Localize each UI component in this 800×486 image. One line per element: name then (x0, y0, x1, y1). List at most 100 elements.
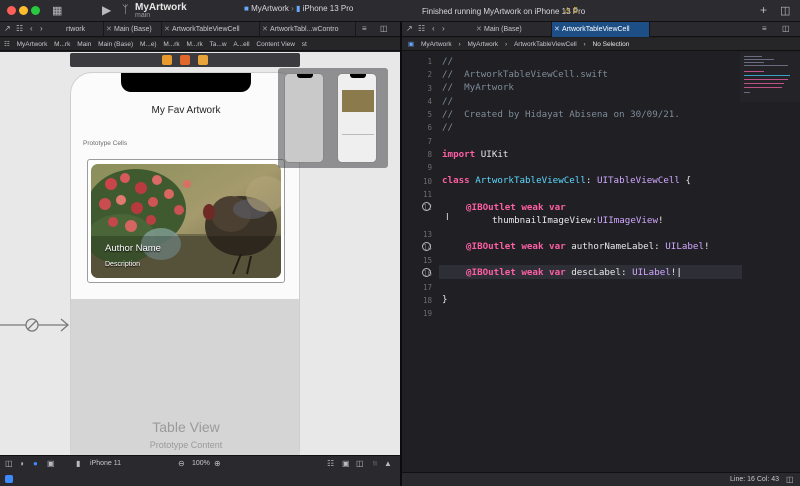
minimize-window-button[interactable] (19, 6, 28, 15)
jump-segment[interactable]: Content View (256, 38, 295, 50)
jump-segment[interactable]: MyArtwork (467, 38, 498, 50)
add-library-icon[interactable]: + (760, 3, 767, 17)
author-name-label[interactable]: Author Name (105, 243, 161, 254)
jump-segment[interactable]: M...rk (163, 38, 179, 50)
jump-segment[interactable]: Main (Base) (98, 38, 133, 50)
close-tab-icon[interactable]: ✕ (164, 22, 170, 37)
editor-options-icon[interactable]: ≡ (362, 24, 367, 33)
forward-arrow-icon[interactable]: › (40, 24, 43, 33)
minimap-line (744, 83, 784, 84)
editor-options-icon[interactable]: ≡ (762, 24, 767, 33)
run-icon[interactable]: ▶ (102, 3, 111, 17)
add-editor-icon[interactable]: ◫ (380, 24, 388, 33)
code-line: // (442, 56, 454, 67)
jump-segment[interactable]: A...ell (233, 38, 249, 50)
close-window-button[interactable] (7, 6, 16, 15)
variable-token: thumbnailImageView (492, 215, 592, 226)
tab-artwork-cell[interactable]: ✕ ArtworkTableViewCell (162, 22, 260, 37)
entry-point-arrow[interactable] (0, 317, 70, 333)
close-tab-icon[interactable]: ✕ (554, 22, 560, 37)
tab-main-base[interactable]: ✕ Main (Base) (474, 22, 552, 37)
document-outline-icon[interactable]: ◫ (5, 459, 13, 468)
tab-artwork[interactable]: rtwork (56, 22, 104, 37)
chevron-right-icon: › (291, 4, 294, 13)
superclass-token: UITableViewCell (596, 175, 680, 186)
appearance-icon[interactable]: ◑ (19, 459, 24, 468)
device-icon: ▮ (76, 459, 81, 468)
embed-in-icon[interactable]: ▣ (342, 459, 350, 468)
line-number: 18 (422, 296, 432, 305)
jump-segment[interactable]: MyArtwork (421, 38, 452, 50)
editor-status-bar: Line: 16 Col: 43 ◫ (402, 472, 800, 486)
storyboard-canvas[interactable]: My Fav Artwork Prototype Cells Author Na… (0, 52, 400, 455)
interface-style-icon[interactable]: ▣ (47, 459, 55, 468)
code-editor[interactable]: 1 2 3 4 5 6 7 8 9 10 11 12 13 14 15 16 1… (402, 52, 800, 472)
zoom-window-button[interactable] (31, 6, 40, 15)
zoom-in-icon[interactable]: ⊕ (214, 459, 221, 468)
split-icon[interactable]: ↗ (4, 24, 11, 33)
jump-segment[interactable]: M...rk (186, 38, 202, 50)
line-number: 1 (427, 57, 432, 66)
back-arrow-icon[interactable]: ‹ (432, 24, 435, 33)
add-constraints-icon[interactable]: ◾ (370, 459, 380, 468)
jump-segment[interactable]: M...rk (54, 38, 70, 50)
preview-notch (350, 74, 366, 78)
warnings-badge[interactable]: ⚠ 5 (564, 6, 578, 15)
code-line: class ArtworkTableViewCell: UITableViewC… (442, 175, 691, 186)
app-target-icon: ■ (244, 4, 249, 13)
jump-segment[interactable]: No Selection (593, 38, 630, 50)
forward-arrow-icon[interactable]: › (442, 24, 445, 33)
tab-bar-right: ↗ ☷ ‹ › ✕ Main (Base) ✕ ArtworkTableViewCe… (402, 22, 800, 37)
device-icon: ▮ (296, 4, 301, 13)
line-number: 7 (427, 137, 432, 146)
related-items-icon[interactable]: ☷ (418, 24, 425, 33)
jump-segment[interactable]: Ta...w (210, 38, 227, 50)
variation-icon[interactable]: ● (33, 459, 38, 468)
update-frames-icon[interactable]: ☷ (327, 459, 334, 468)
type-token: UIImageView (597, 215, 658, 226)
minimap[interactable] (740, 52, 800, 102)
debug-area-icon[interactable] (5, 475, 13, 483)
outlet-connection-icon[interactable] (422, 242, 431, 251)
jump-segment[interactable]: ArtworkTableViewCell (514, 38, 577, 50)
jump-segment[interactable]: st (302, 38, 307, 50)
scene-preview[interactable] (337, 73, 377, 163)
tab-artwork-cell-active[interactable]: ✕ ArtworkTableViewCell (552, 22, 650, 37)
tab-artwork-controller[interactable]: ✕ ArtworkTabl...wContro (260, 22, 356, 37)
close-tab-icon[interactable]: ✕ (106, 22, 112, 37)
view-controller-icon[interactable] (162, 55, 172, 65)
line-number: 8 (427, 150, 432, 159)
tab-main-base[interactable]: ✕ Main (Base) (104, 22, 162, 37)
jump-segment[interactable]: Main (77, 38, 91, 50)
scene-preview[interactable] (284, 73, 324, 163)
outlet-connection-icon[interactable] (422, 202, 431, 211)
inspector-icon[interactable]: ◫ (786, 475, 794, 484)
related-items-icon[interactable]: ☷ (16, 24, 23, 33)
class-name-token: ArtworkTableViewCell (475, 175, 586, 186)
scene-preview-overlay (278, 68, 388, 168)
minimap-line (744, 59, 774, 60)
zoom-out-icon[interactable]: ⊖ (178, 459, 185, 468)
keyword-token: weak (521, 202, 544, 213)
outlet-connection-icon[interactable] (422, 268, 431, 277)
ibeam-cursor-icon: I (446, 212, 449, 223)
split-icon[interactable]: ↗ (406, 24, 413, 33)
first-responder-icon[interactable] (180, 55, 190, 65)
code-line: // (442, 96, 454, 107)
device-selector[interactable]: iPhone 11 (90, 460, 121, 467)
close-tab-icon[interactable]: ✕ (262, 22, 268, 37)
jump-segment[interactable]: MyArtwork (17, 38, 48, 50)
jump-segment[interactable]: M...e) (140, 38, 157, 50)
add-editor-icon[interactable]: ◫ (782, 24, 790, 33)
back-arrow-icon[interactable]: ‹ (30, 24, 33, 33)
align-icon[interactable]: ◫ (356, 459, 364, 468)
close-tab-icon[interactable]: ✕ (476, 22, 482, 37)
inspector-toggle-icon[interactable]: ◫ (780, 4, 790, 17)
description-label[interactable]: Description (105, 261, 140, 268)
resolve-issues-icon[interactable]: ▲ (384, 459, 392, 468)
exit-icon[interactable] (198, 55, 208, 65)
type-token: UILabel (665, 241, 704, 252)
navigation-title[interactable]: My Fav Artwork (71, 105, 299, 116)
navigator-toggle-icon[interactable]: ▦ (52, 4, 62, 17)
run-destination[interactable]: ■ MyArtwork › ▮ iPhone 13 Pro (244, 4, 353, 13)
